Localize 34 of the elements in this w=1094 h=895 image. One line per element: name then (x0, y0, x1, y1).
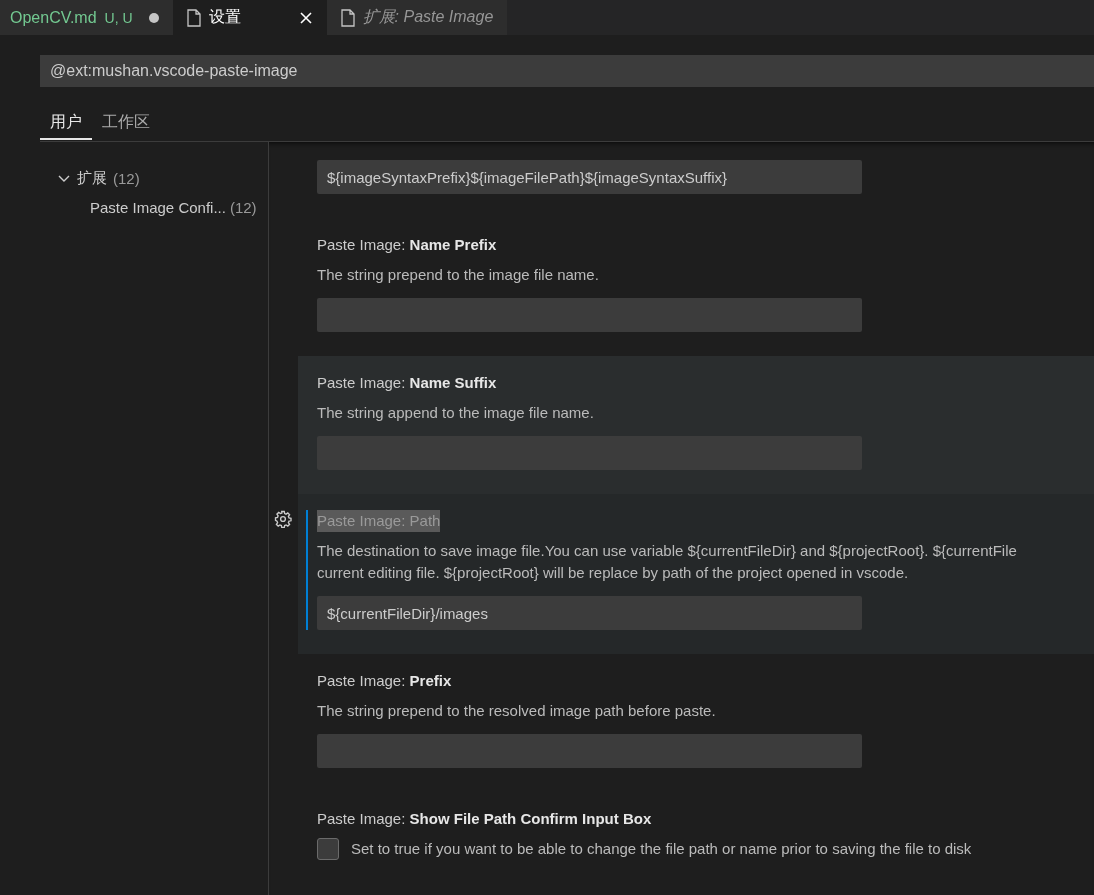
text-input-field[interactable] (317, 734, 862, 768)
text-input-field[interactable]: ${currentFileDir}/images (317, 596, 862, 630)
setting-title: Paste Image: Prefix (317, 671, 452, 691)
checkbox[interactable] (317, 838, 339, 860)
setting-title: Paste Image: Path (317, 510, 441, 532)
setting-title: Paste Image: Name Prefix (317, 235, 497, 255)
tab-label: 扩展: Paste Image (362, 7, 494, 27)
scope-tab[interactable]: 工作区 (92, 107, 160, 140)
search-field[interactable]: @ext:mushan.vscode-paste-image (40, 55, 1094, 87)
file-icon (186, 8, 201, 27)
tree-item-label[interactable]: 扩展 (77, 169, 107, 188)
editor-tab[interactable]: 扩展: Paste Image (326, 0, 508, 35)
tab-label: 设置 (208, 7, 241, 27)
item-count: (12) (229, 199, 257, 216)
setting-description: The destination to save image file.You can use variable ${currentFileDir} and ${projectRoot}. ${currentFile current editing file. ${projectRoot} will be replace by path of the project opened in vscode. (317, 541, 1018, 583)
setting-description: The string prepend to the resolved image path before paste. (317, 701, 717, 721)
setting-title: Paste Image: Name Suffix (317, 373, 497, 393)
text-input-field[interactable]: ${imageSyntaxPrefix}${imageFilePath}${imageSyntaxSuffix} (317, 160, 862, 194)
editor-tab[interactable]: 设置 (172, 0, 327, 35)
text-input-field[interactable] (317, 298, 862, 332)
tree-item-label[interactable]: Paste Image Confi... (90, 199, 226, 216)
setting-description: The string append to the image file name. (317, 403, 595, 423)
tab-label: OpenCV.md (10, 8, 97, 27)
file-icon (340, 8, 355, 27)
unsaved-dot-icon (148, 12, 159, 23)
setting-description: The string prepend to the image file name. (317, 265, 600, 285)
close-icon[interactable] (298, 10, 313, 25)
settings-icon[interactable] (274, 510, 292, 528)
item-count: (12) (113, 170, 140, 187)
git-status: U, U (104, 9, 133, 26)
editor-tab[interactable]: OpenCV.md U, U (0, 0, 173, 35)
scope-tab[interactable]: 用户 (40, 107, 92, 140)
setting-description: Set to true if you want to be able to change the file path or name prior to saving the file to disk (351, 839, 972, 859)
setting-title: Paste Image: Show File Path Confirm Input Box (317, 809, 652, 829)
